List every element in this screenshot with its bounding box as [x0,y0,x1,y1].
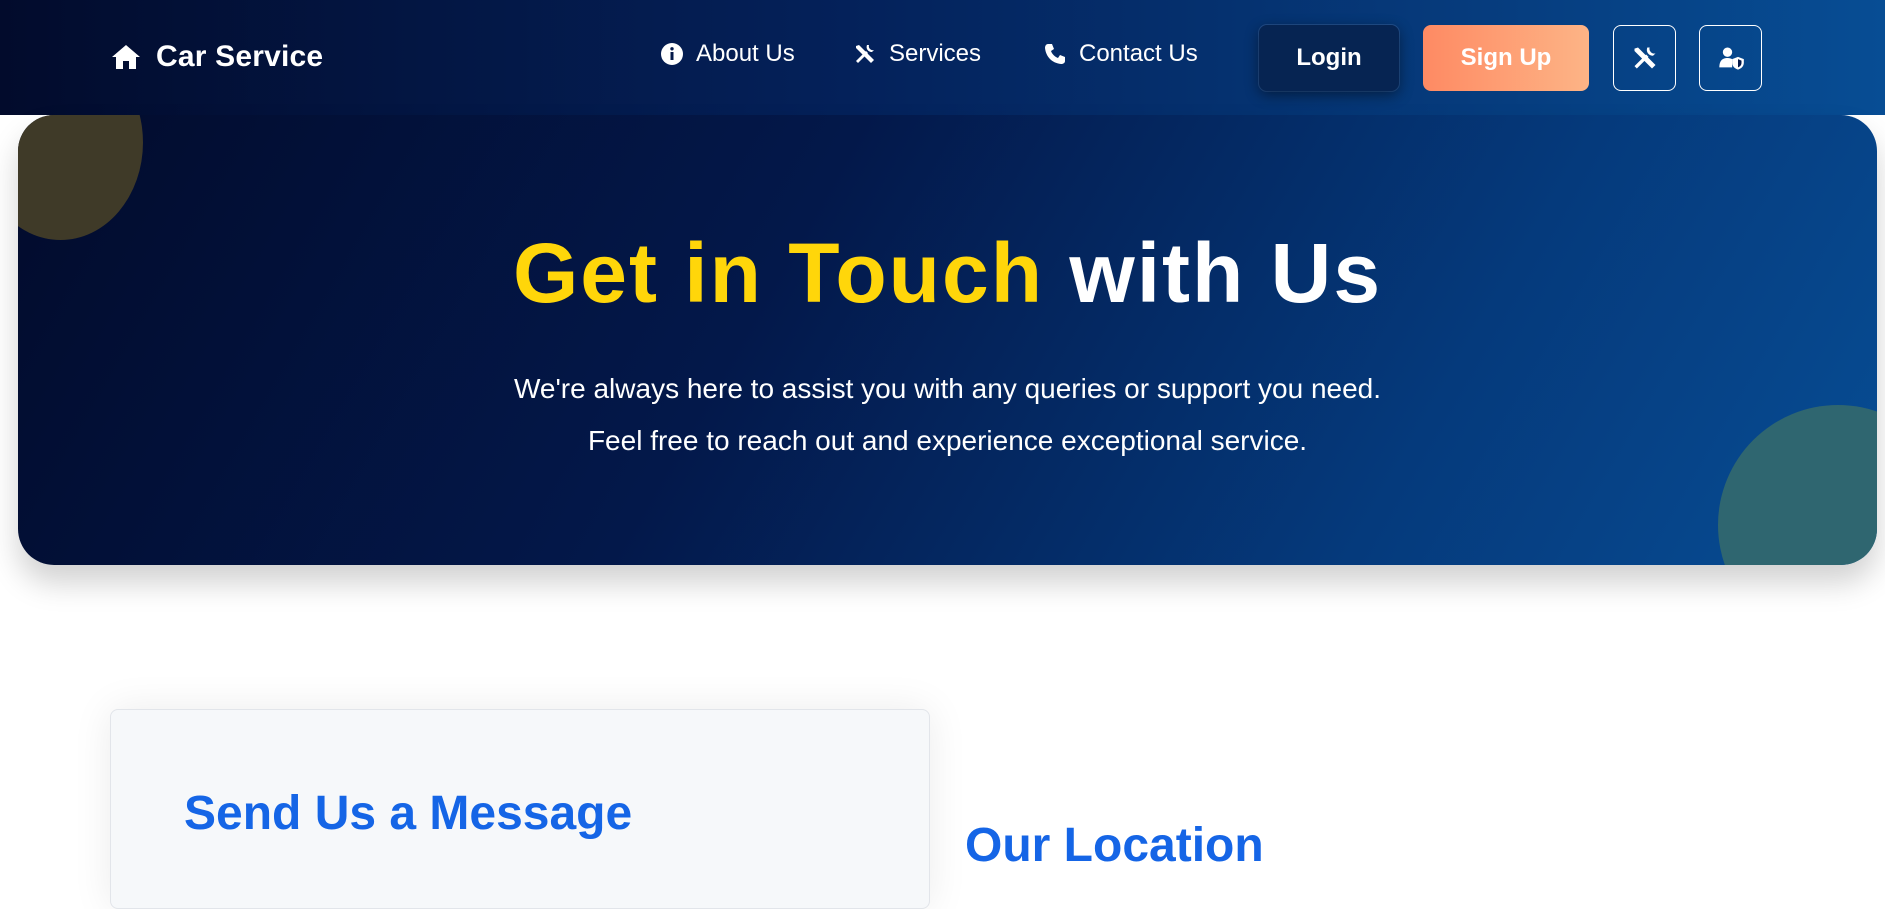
phone-icon [1045,44,1065,64]
hero-title-rest: with Us [1069,226,1383,320]
home-icon [112,45,140,69]
signup-button[interactable]: Sign Up [1423,25,1589,91]
decorative-circle [18,115,143,240]
admin-button[interactable] [1699,25,1762,91]
tools-button[interactable] [1613,25,1676,91]
location-title: Our Location [965,819,1264,872]
hero-subtitle-line: We're always here to assist you with any… [513,373,1382,404]
nav-link-label: About Us [696,40,795,67]
hero-subtitle: We're always here to assist you with any… [18,363,1877,467]
nav-link-label: Contact Us [1079,40,1198,67]
nav-link-about-us[interactable]: About Us [660,40,795,68]
nav-link-contact-us[interactable]: Contact Us [1043,40,1198,68]
hero-subtitle-line: Feel free to reach out and experience ex… [587,425,1308,456]
tools-icon [1634,47,1655,69]
tools-icon [856,45,874,63]
hero-title: Get in Touch with Us [18,225,1877,322]
hero-title-accent: Get in Touch [512,226,1045,320]
user-shield-icon [1718,47,1744,70]
nav-link-services[interactable]: Services [853,40,981,68]
login-button[interactable]: Login [1259,25,1399,91]
nav-link-label: Services [889,40,982,67]
brand-link[interactable]: Car Service [110,40,323,74]
brand-label: Car Service [156,40,324,73]
form-title: Send Us a Message [184,787,633,840]
navbar: Car Service About Us Services Contact Us… [0,0,1885,115]
hero-banner: Get in Touch with Us We're always here t… [18,115,1877,565]
info-icon [661,43,683,65]
message-form-card: Send Us a Message [110,709,930,909]
